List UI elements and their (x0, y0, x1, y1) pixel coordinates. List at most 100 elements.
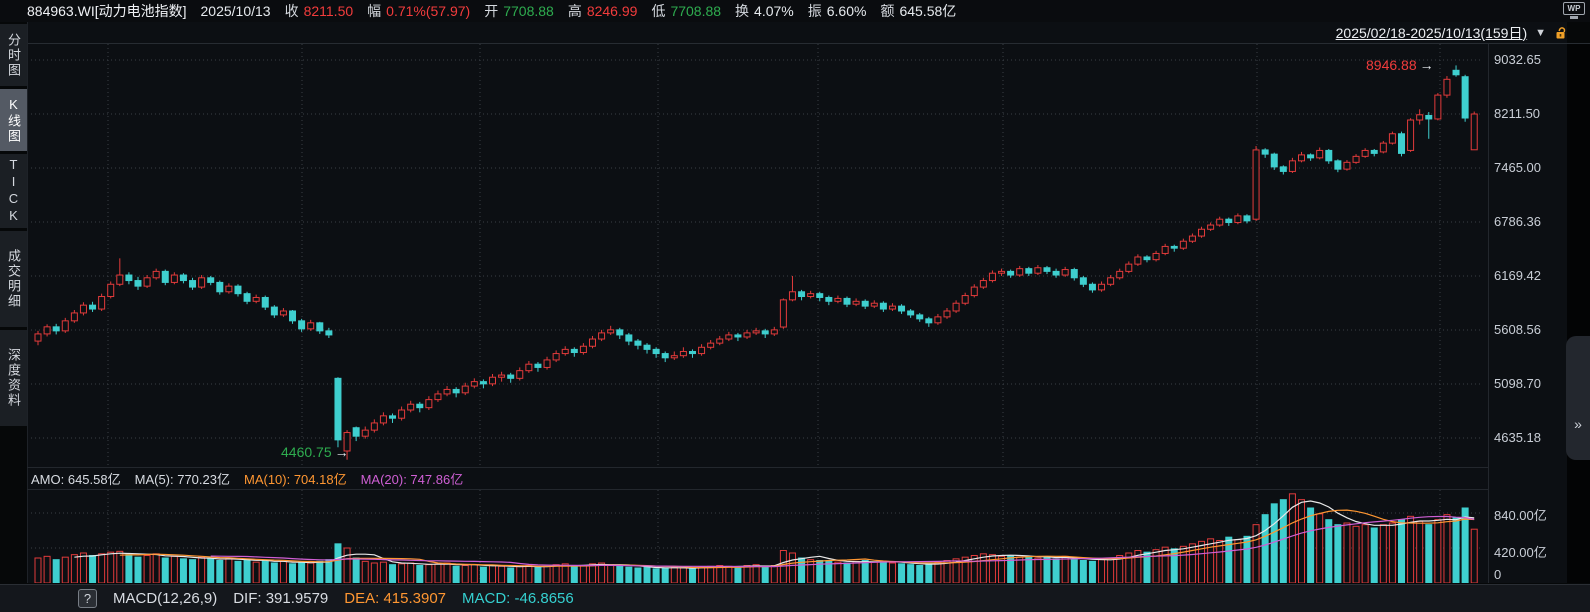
candle-body (371, 423, 377, 430)
sidebar-item-kline[interactable]: K线图 (0, 89, 27, 151)
sidebar-item-tick[interactable]: TICK (0, 154, 27, 228)
volume-bar (762, 566, 768, 583)
volume-bar (789, 553, 795, 583)
candle-body (290, 311, 296, 321)
volume-bar (126, 555, 132, 583)
candle-body (235, 286, 241, 294)
candle-body (935, 317, 941, 323)
volume-bar (862, 561, 868, 584)
volume-bar (535, 567, 541, 583)
right-edge-strip (1567, 44, 1590, 583)
candle-body (780, 300, 786, 327)
quote-label-amount: 额 (880, 1, 894, 21)
volume-bar (1426, 525, 1432, 583)
volume-bar (708, 566, 714, 583)
volume-bar (426, 565, 432, 583)
symbol-title: 884963.WI[动力电池指数] (27, 1, 187, 21)
volume-bar (1335, 525, 1341, 583)
wp-label: WP (1563, 2, 1585, 15)
macd-value: MACD: -46.8656 (462, 590, 574, 607)
volume-bar (853, 561, 859, 583)
volume-bar (408, 563, 414, 583)
date-range-selector[interactable]: 2025/02/18-2025/10/13(159日) (1336, 23, 1527, 43)
candle-body (1171, 246, 1177, 248)
expand-panel-tab[interactable]: » (1566, 336, 1590, 460)
quote-label-change: 幅 (367, 1, 381, 21)
sidebar-item-depth-info[interactable]: 深度资料 (0, 330, 27, 426)
sidebar-item-trade-detail[interactable]: 成交明细 (0, 231, 27, 327)
candle-body (253, 297, 259, 301)
volume-bar (926, 564, 932, 583)
candle-body (399, 410, 405, 418)
candle-body (626, 335, 632, 341)
volume-bar (135, 557, 141, 583)
candle-body (1408, 120, 1414, 150)
volume-bar (626, 567, 632, 583)
volume-bar (80, 553, 86, 583)
volume-bar (771, 566, 777, 584)
low-price-value: 4460.75 (281, 444, 332, 460)
sidebar-item-intraday[interactable]: 分时图 (0, 24, 27, 86)
candle-body (662, 354, 668, 358)
candle-body (971, 287, 977, 295)
axis-border (1488, 44, 1489, 583)
volume-bar (889, 563, 895, 583)
candle-body (280, 311, 286, 315)
volume-bar (35, 558, 41, 583)
candle-body (171, 275, 177, 282)
candle-body (153, 271, 159, 277)
candle-body (789, 292, 795, 300)
candle-body (35, 334, 41, 341)
candle-body (580, 346, 586, 352)
volume-bar (1071, 560, 1077, 583)
volume-bar (844, 563, 850, 583)
volume-chart-canvas[interactable] (27, 490, 1488, 583)
quote-value-close: 8211.50 (304, 3, 354, 19)
chevron-down-icon[interactable]: ▼ (1535, 27, 1546, 39)
volume-bar (290, 564, 296, 583)
candle-body (535, 364, 541, 367)
volume-bar (171, 556, 177, 583)
wp-monitor-icon[interactable]: WP (1563, 2, 1585, 20)
candle-body (1099, 284, 1105, 290)
price-chart-canvas[interactable] (27, 44, 1488, 468)
volume-bar (1162, 547, 1168, 583)
volume-bar (471, 565, 477, 583)
volume-bar (1108, 558, 1114, 583)
candle-body (271, 307, 277, 315)
volume-bar (835, 562, 841, 583)
volume-bar (880, 561, 886, 583)
volume-bar (308, 563, 314, 583)
candle-body (771, 330, 777, 334)
volume-bar (1326, 520, 1332, 583)
candle-body (999, 271, 1005, 273)
volume-bar (226, 558, 232, 583)
quote-field-open: 开7708.88 (484, 1, 554, 21)
volume-bar (1208, 539, 1214, 583)
volume-bar (244, 560, 250, 583)
candle-body (317, 323, 323, 331)
macd-settings[interactable]: MACD(12,26,9) (113, 590, 217, 607)
candle-body (1126, 264, 1132, 271)
volume-ma10-value: MA(10): 704.18亿 (244, 469, 347, 488)
volume-bar (271, 563, 277, 583)
volume-bar (180, 559, 186, 583)
candle-body (1089, 284, 1095, 290)
help-button[interactable]: ? (78, 589, 97, 608)
candle-body (180, 275, 186, 281)
candle-body (1062, 270, 1068, 275)
volume-bar (780, 551, 786, 584)
quote-label-amplitude: 振 (808, 1, 822, 21)
quote-value-amplitude: 6.60% (827, 3, 867, 19)
candle-body (753, 331, 759, 333)
volume-bar (689, 569, 695, 583)
candle-body (1071, 270, 1077, 278)
candle-body (708, 343, 714, 347)
candle-body (1108, 278, 1114, 284)
unlock-icon[interactable] (1554, 26, 1568, 40)
volume-bar (1317, 514, 1323, 583)
candle-body (1271, 154, 1277, 167)
volume-bar (1262, 515, 1268, 583)
volume-bar (553, 565, 559, 583)
volume-bar (1435, 520, 1441, 583)
